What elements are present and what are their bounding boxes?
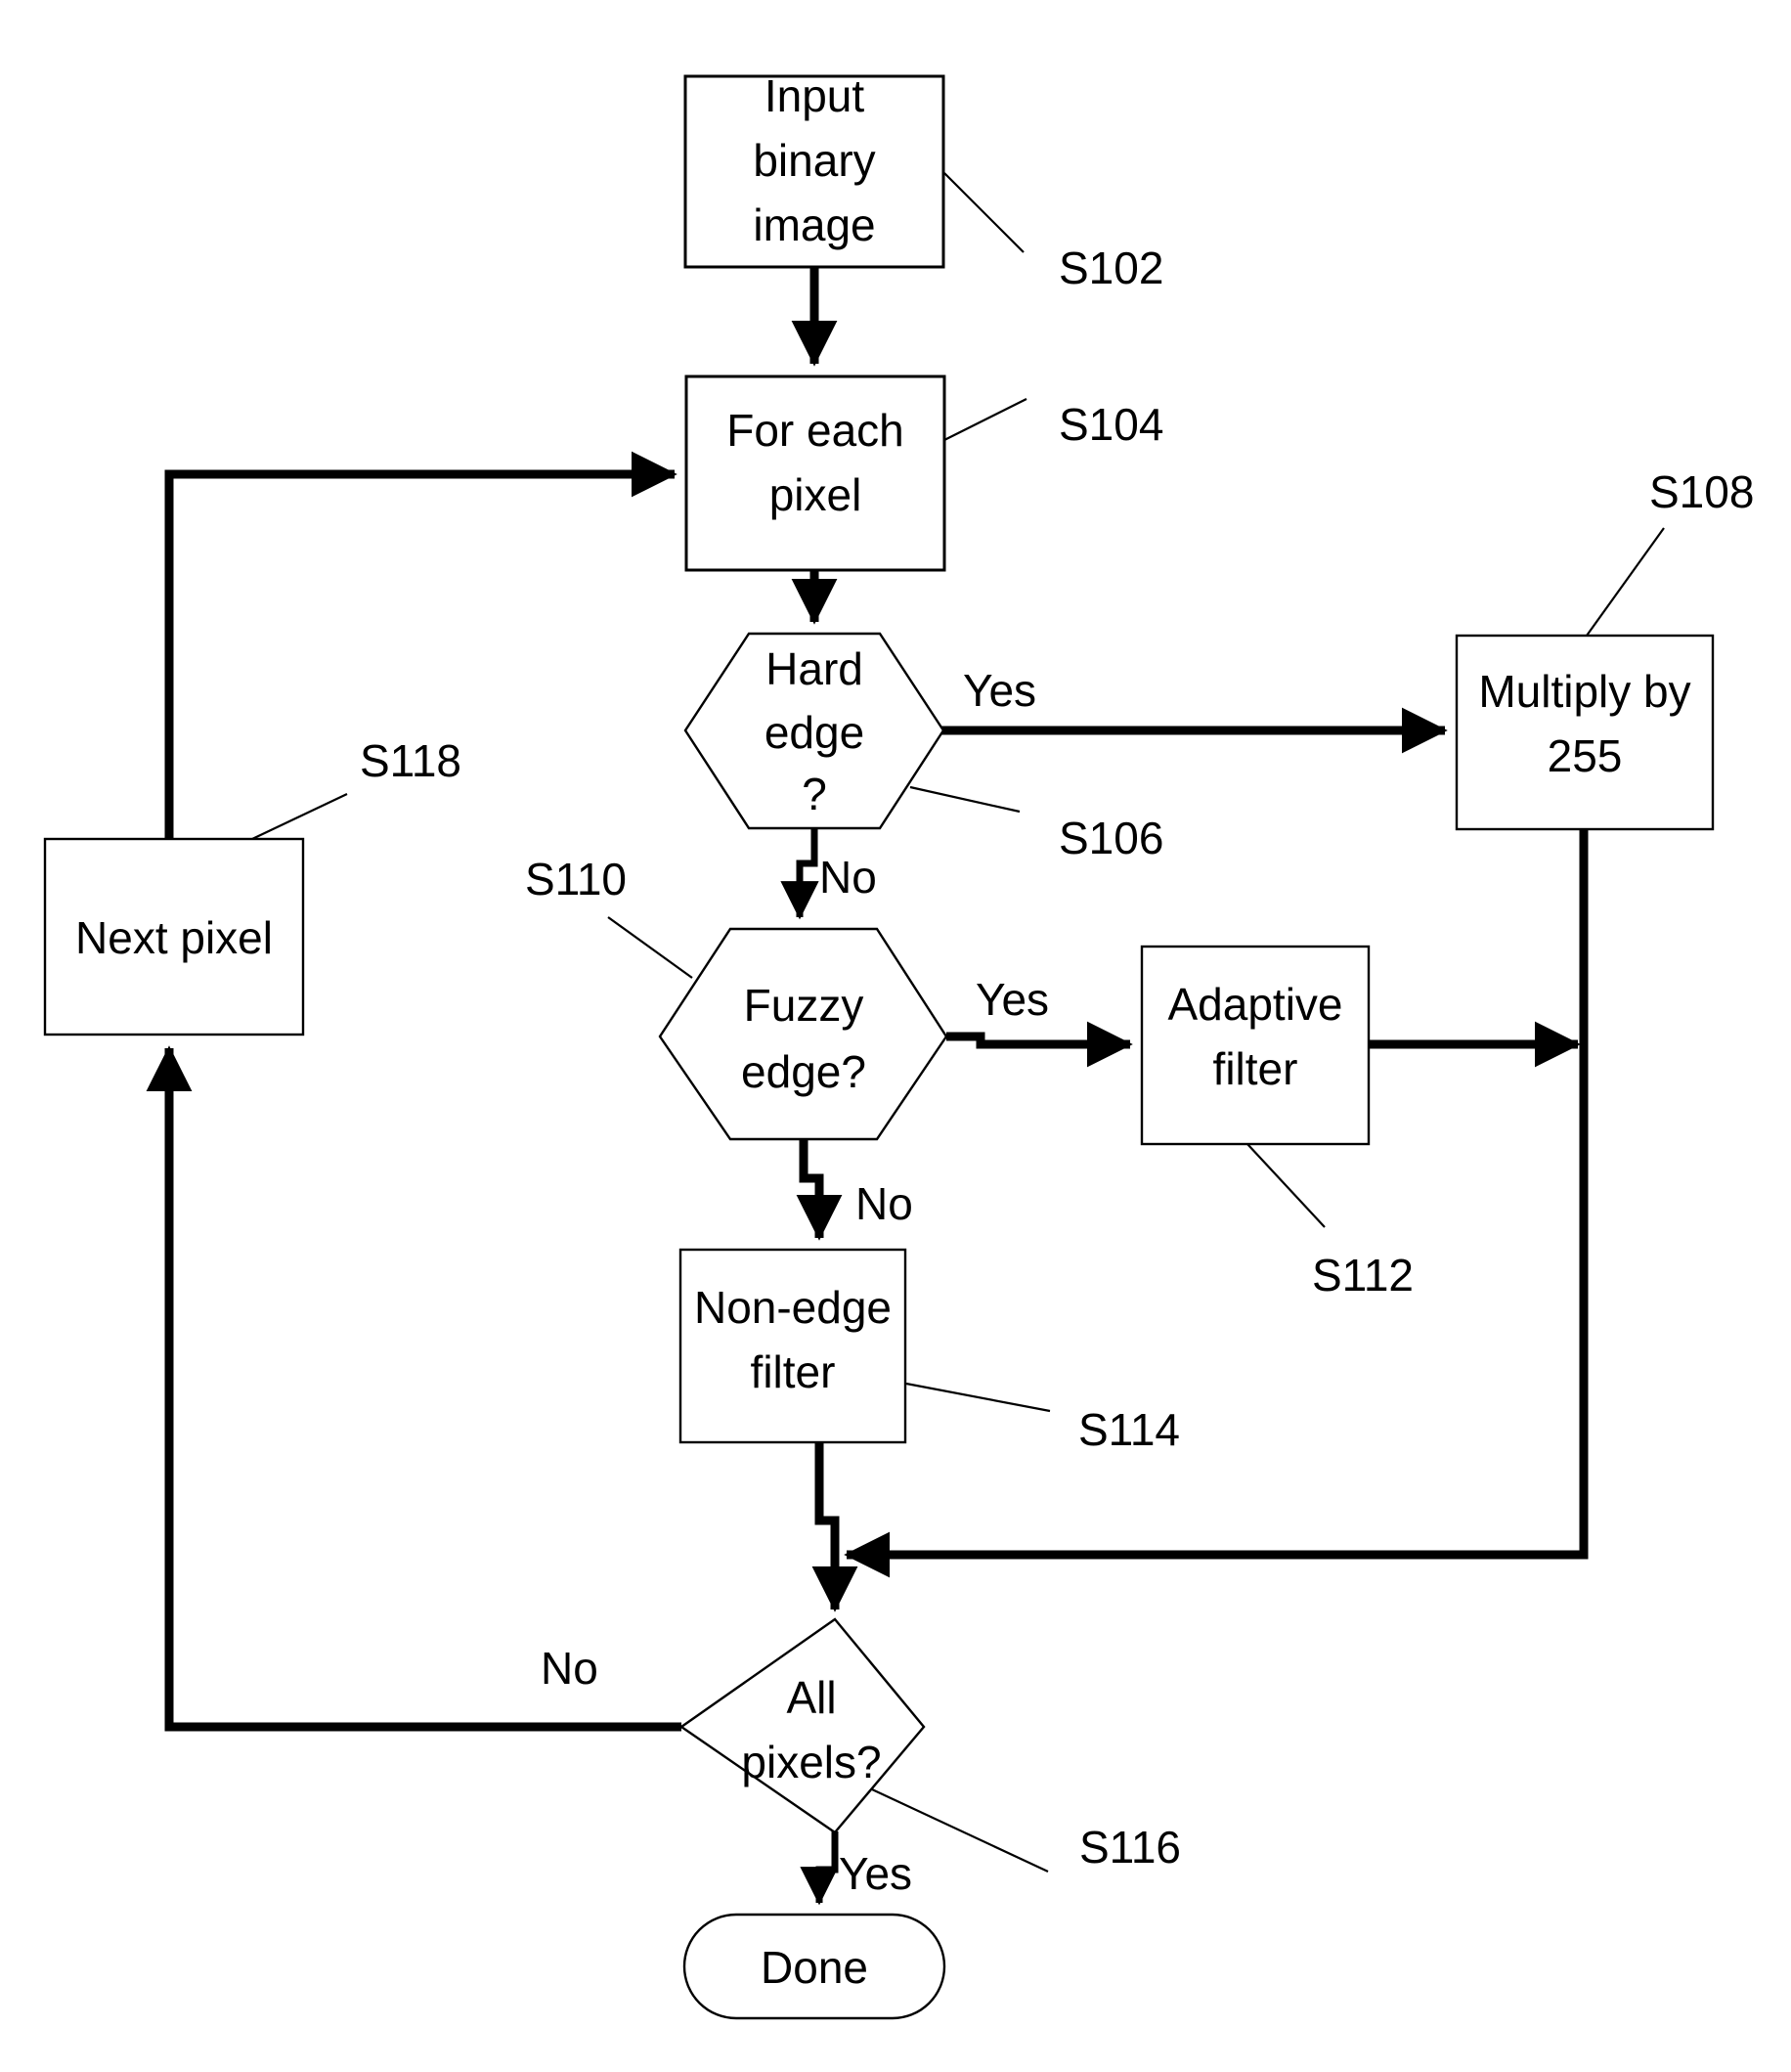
node-fuzzyedge-label-line1: Fuzzy — [744, 980, 864, 1031]
node-adaptive-label-line1: Adaptive — [1167, 979, 1342, 1030]
node-nonedge-label-line2: filter — [751, 1346, 836, 1397]
leader-s118 — [251, 793, 348, 840]
connector-hardedge-no-to-fuzzyedge — [780, 828, 819, 920]
node-all-pixels-decision[interactable] — [678, 1617, 926, 1834]
ref-label-s110: S110 — [525, 854, 627, 904]
node-nextpixel-label: Next pixel — [75, 912, 273, 963]
branch-label-allpixels-no: No — [541, 1643, 598, 1694]
node-multiply-label-line2: 255 — [1548, 730, 1623, 781]
leader-s108 — [1586, 527, 1665, 637]
connector-fuzzyedge-yes-to-adaptive — [946, 1021, 1133, 1068]
leader-s104 — [943, 398, 1027, 441]
node-hardedge-label-line1: Hard — [765, 643, 863, 694]
node-allpixels-label-line1: All — [786, 1672, 836, 1723]
branch-label-fuzzyedge-no: No — [855, 1178, 913, 1229]
connector-multiply-to-merge — [844, 829, 1589, 1578]
node-done-label: Done — [761, 1942, 868, 1993]
flowchart-page: Input binary image For each pixel Hard e… — [0, 0, 1791, 2072]
ref-label-s106: S106 — [1059, 813, 1163, 863]
leader-s112 — [1246, 1143, 1326, 1228]
ref-label-s104: S104 — [1059, 399, 1163, 450]
node-foreach-label-line1: For each — [726, 405, 904, 456]
node-hardedge-label-line3: ? — [802, 769, 827, 819]
node-input-label-line1: Input — [764, 70, 865, 121]
node-adaptive-label-line2: filter — [1213, 1043, 1298, 1094]
ref-label-s102: S102 — [1059, 242, 1163, 293]
node-multiply-label-line1: Multiply by — [1478, 666, 1690, 717]
leader-s102 — [943, 172, 1025, 253]
ref-label-s112: S112 — [1312, 1250, 1414, 1301]
branch-label-fuzzyedge-yes: Yes — [976, 974, 1049, 1025]
node-nonedge-label-line1: Non-edge — [694, 1282, 892, 1333]
leader-s106 — [909, 785, 1021, 814]
node-allpixels-label-line2: pixels? — [741, 1737, 881, 1787]
node-fuzzyedge-label-line2: edge? — [741, 1046, 866, 1097]
branch-label-allpixels-yes: Yes — [839, 1848, 912, 1899]
branch-label-hardedge-yes: Yes — [963, 665, 1036, 716]
flowchart-canvas: Input binary image For each pixel Hard e… — [43, 70, 1754, 2020]
branch-label-hardedge-no: No — [819, 852, 877, 903]
node-foreach-label-line2: pixel — [769, 469, 862, 520]
leader-s110 — [607, 916, 693, 979]
node-input-label-line2: binary — [753, 135, 875, 186]
ref-label-s108: S108 — [1649, 466, 1754, 517]
leader-s114 — [905, 1382, 1051, 1413]
ref-label-s118: S118 — [360, 735, 461, 786]
node-input-label-line3: image — [753, 199, 875, 250]
connector-allpixels-yes-to-done — [800, 1831, 839, 1906]
node-hardedge-label-line2: edge — [764, 707, 864, 758]
node-fuzzy-edge-decision[interactable] — [658, 927, 948, 1141]
connector-allpixels-no-to-nextpixel — [146, 1045, 681, 1732]
ref-label-s116: S116 — [1079, 1822, 1181, 1873]
connector-fuzzyedge-no-to-nonedge — [796, 1139, 843, 1241]
connector-nonedge-to-merge — [814, 1442, 840, 1555]
ref-label-s114: S114 — [1078, 1404, 1180, 1455]
